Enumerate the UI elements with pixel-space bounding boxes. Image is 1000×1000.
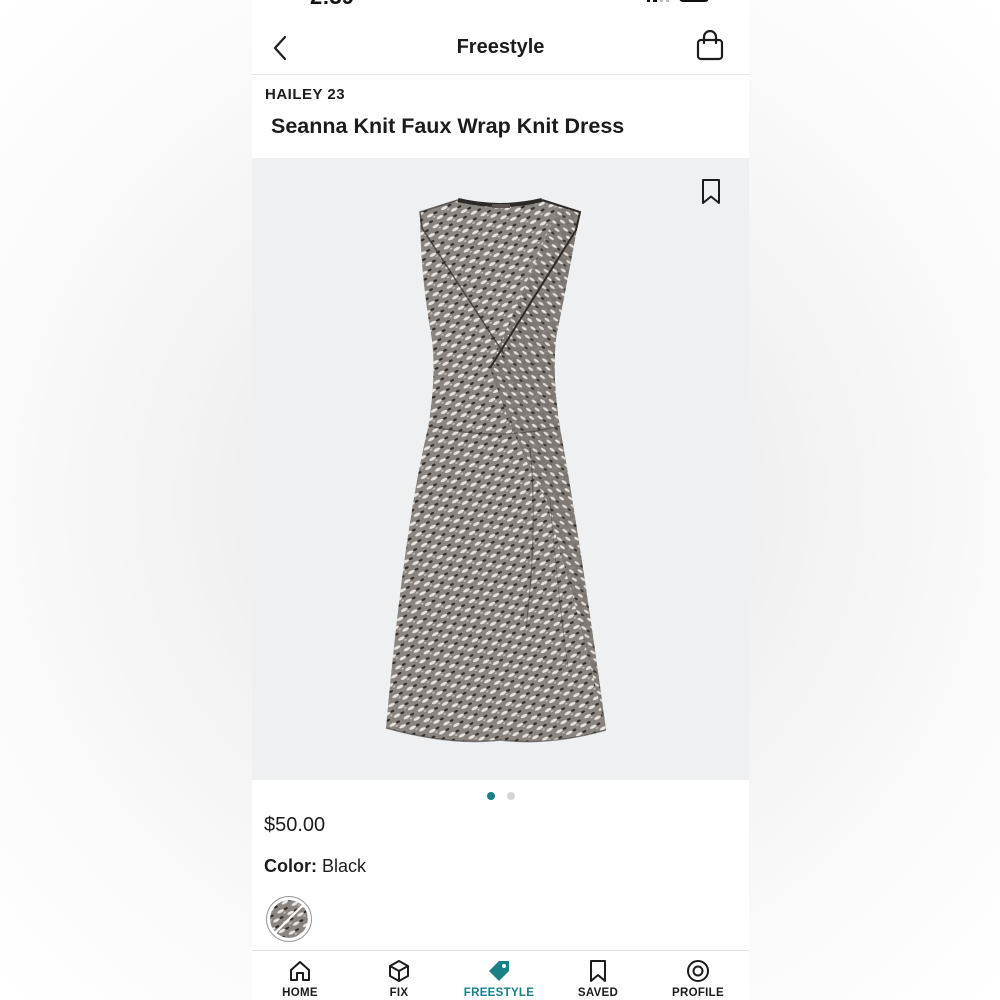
home-icon	[290, 961, 310, 981]
carousel-dot[interactable]	[506, 792, 515, 800]
top-nav: Freestyle	[252, 24, 749, 75]
phone-screen: 2:39 Freestyle HAILEY 23 Seanna Knit Fau…	[252, 0, 749, 1000]
carousel-pagination	[252, 792, 749, 800]
product-price: $50.00	[264, 814, 326, 836]
signal-icon	[647, 0, 669, 2]
status-icons	[647, 0, 709, 2]
color-swatch-black[interactable]	[266, 896, 312, 942]
bookmark-icon	[590, 960, 606, 982]
bottom-tab-bar: HOME FIX FREESTYLE SAVED PROFILE	[252, 950, 749, 1000]
tab-label: FIX	[389, 987, 409, 999]
tab-label: SAVED	[577, 987, 619, 999]
tab-label: FREESTYLE	[463, 987, 535, 999]
tab-label: PROFILE	[672, 987, 724, 999]
status-bar: 2:39	[252, 0, 749, 9]
profile-icon	[687, 960, 709, 982]
tab-label: HOME	[282, 987, 318, 999]
color-row: Color: Black	[264, 856, 366, 877]
product-brand: HAILEY 23	[265, 86, 346, 103]
tab-fix[interactable]: FIX	[359, 959, 439, 999]
page-title: Freestyle	[456, 36, 545, 58]
battery-icon	[679, 0, 709, 2]
swatch-pattern	[270, 900, 308, 938]
box-icon	[389, 960, 409, 982]
dress-image	[385, 198, 607, 743]
bookmark-icon	[702, 179, 720, 204]
color-label: Color:	[264, 856, 317, 876]
shopping-bag-button[interactable]	[695, 29, 727, 64]
tab-profile[interactable]: PROFILE	[658, 959, 738, 999]
tab-saved[interactable]: SAVED	[558, 959, 638, 999]
tab-home[interactable]: HOME	[260, 959, 340, 999]
save-item-button[interactable]	[700, 178, 724, 206]
product-name: Seanna Knit Faux Wrap Knit Dress	[271, 114, 625, 138]
product-image-carousel[interactable]	[252, 158, 749, 780]
tag-icon	[489, 961, 509, 981]
carousel-dot[interactable]	[486, 792, 495, 800]
color-value: Black	[322, 856, 367, 876]
tab-freestyle[interactable]: FREESTYLE	[459, 959, 539, 999]
status-time: 2:39	[310, 0, 354, 10]
shopping-bag-icon	[696, 29, 724, 61]
